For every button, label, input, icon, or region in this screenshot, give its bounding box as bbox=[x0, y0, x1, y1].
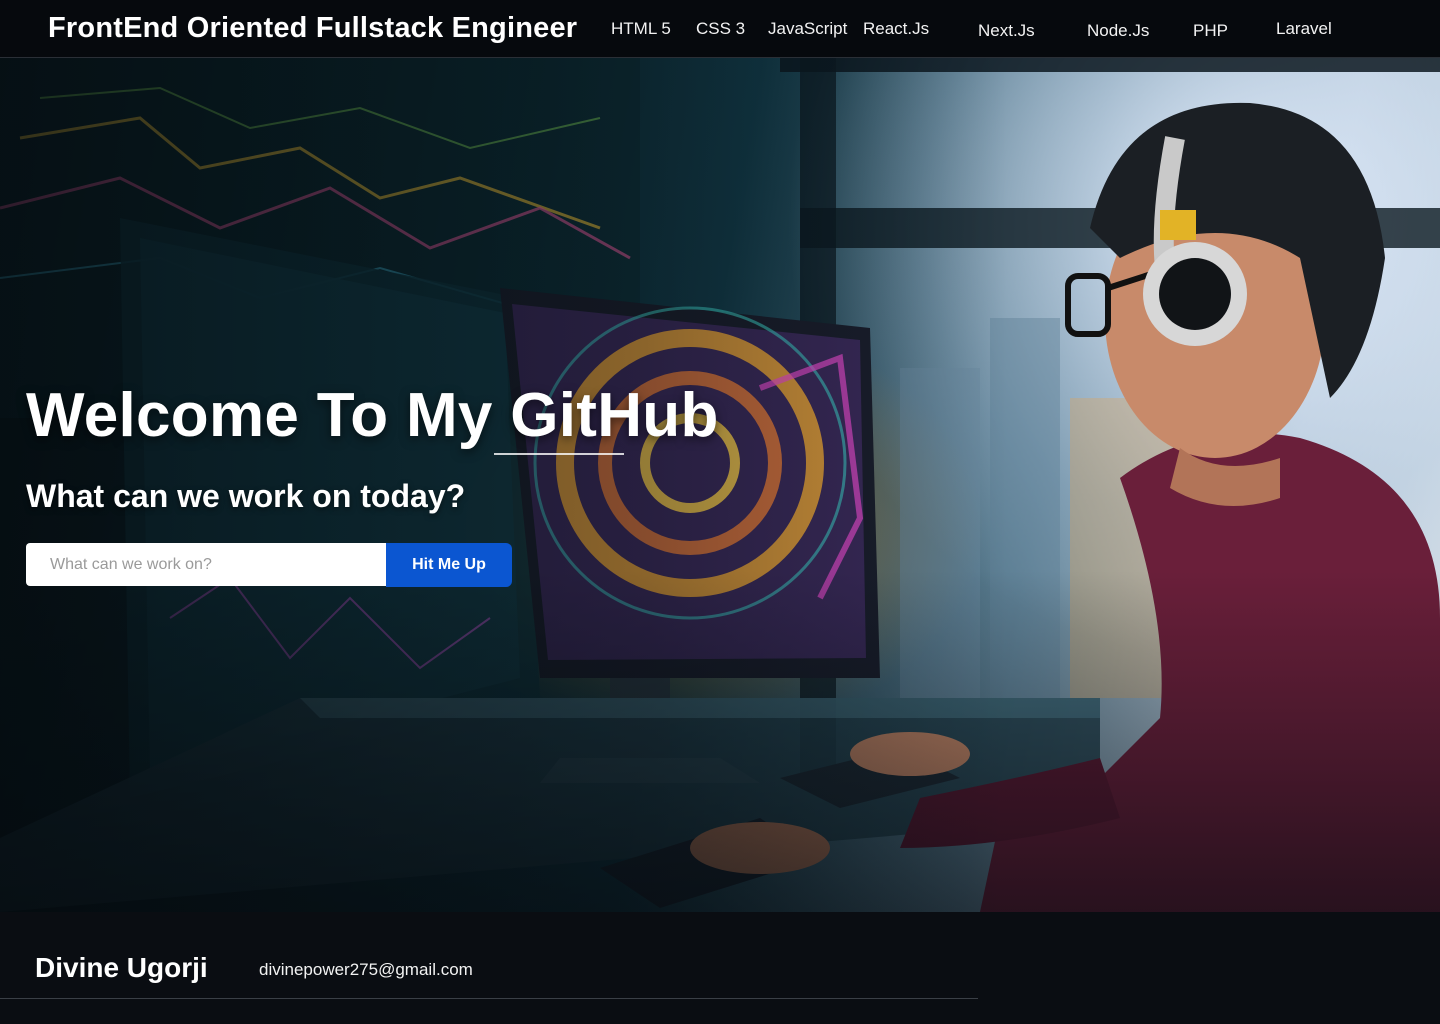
footer-email-link[interactable]: divinepower275@gmail.com bbox=[259, 960, 473, 980]
nav-item-nextjs[interactable]: Next.Js bbox=[978, 21, 1035, 41]
nav-item-laravel[interactable]: Laravel bbox=[1276, 19, 1332, 39]
hero-subheading: What can we work on today? bbox=[26, 478, 466, 514]
heading-underline bbox=[494, 453, 624, 455]
hero-heading: Welcome To My GitHub bbox=[26, 381, 719, 450]
footer-name: Divine Ugorji bbox=[35, 952, 208, 983]
site-title: FrontEnd Oriented Fullstack Engineer bbox=[48, 12, 578, 44]
footer: Divine Ugorji divinepower275@gmail.com bbox=[0, 912, 1440, 1024]
nav-item-reactjs[interactable]: React.Js bbox=[863, 19, 929, 39]
nav-item-javascript[interactable]: JavaScript bbox=[768, 19, 847, 39]
search-input[interactable] bbox=[26, 543, 386, 586]
nav-item-html5[interactable]: HTML 5 bbox=[611, 19, 671, 39]
hero-section: Welcome To My GitHub What can we work on… bbox=[0, 58, 1440, 912]
top-navbar: FrontEnd Oriented Fullstack Engineer HTM… bbox=[0, 0, 1440, 58]
hit-me-up-button[interactable]: Hit Me Up bbox=[386, 543, 512, 587]
nav-item-php[interactable]: PHP bbox=[1193, 21, 1228, 41]
nav-item-nodejs[interactable]: Node.Js bbox=[1087, 21, 1149, 41]
footer-divider bbox=[0, 998, 978, 999]
nav-item-css3[interactable]: CSS 3 bbox=[696, 19, 745, 39]
